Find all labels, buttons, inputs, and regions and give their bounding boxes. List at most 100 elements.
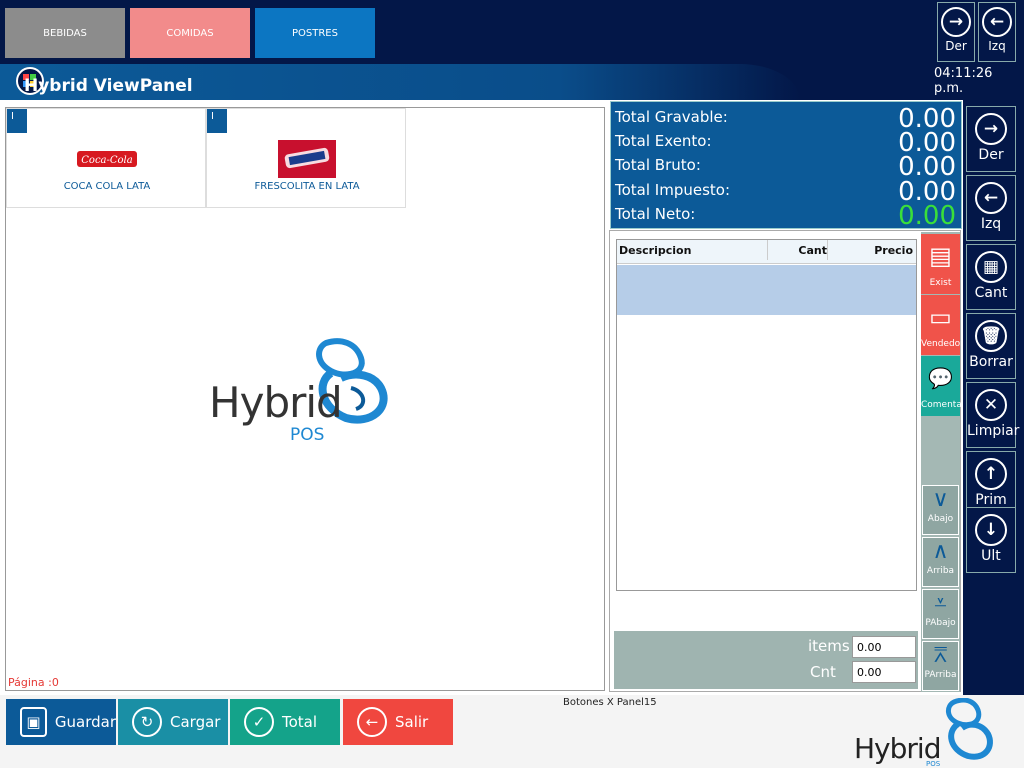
exist-button[interactable]: ▤ Exist (921, 234, 960, 294)
trash-icon: 🗑 (975, 320, 1007, 352)
total-label: Total (282, 713, 318, 731)
comenta-button[interactable]: 💬 Comenta (921, 356, 962, 416)
total-bruto-label: Total Bruto: (615, 156, 701, 174)
cnt-label: Cnt (810, 663, 836, 681)
arriba-button[interactable]: ∧ Arriba (922, 537, 959, 587)
izq-label: Izq (980, 216, 1002, 232)
watermark-pos-text: POS (290, 425, 325, 445)
top-der-label: Der (945, 39, 967, 53)
order-grid[interactable]: Descripcion Cant Precio (616, 239, 917, 591)
total-gravable-label: Total Gravable: (615, 108, 728, 126)
grid-header: Descripcion Cant Precio (617, 240, 916, 264)
page-indicator: Página :0 (8, 676, 59, 689)
guardar-label: Guardar (54, 713, 116, 731)
product-label: FRESCOLITA EN LATA (254, 181, 360, 192)
salir-label: Salir (395, 713, 429, 731)
items-field[interactable]: 0.00 (852, 636, 916, 658)
panel-name: Botones X Panel15 (563, 697, 657, 708)
borrar-label: Borrar (969, 354, 1013, 370)
watermark-hybrid-text: Hybrid (209, 378, 343, 427)
prim-label: Prim (975, 492, 1007, 508)
page-down-icon: ⩡ (934, 591, 947, 616)
cargar-label: Cargar (170, 713, 221, 731)
total-neto-label: Total Neto: (615, 205, 696, 223)
product-tag: I (207, 109, 227, 133)
exit-icon: ← (357, 707, 387, 737)
izq-button[interactable]: ← Izq (966, 175, 1016, 241)
total-neto-value: 0.00 (898, 201, 956, 231)
arrow-down-icon: ↓ (975, 514, 1007, 546)
brand-pos-text: POS (926, 760, 941, 768)
vendedor-label: Vendedor (921, 339, 964, 349)
product-label: COCA COLA LATA (63, 181, 151, 192)
app-title: Hybrid ViewPanel (24, 76, 193, 96)
page-up-icon: ⩞ (933, 643, 948, 668)
cant-button[interactable]: ▦ Cant (966, 244, 1016, 310)
svg-text:Coca-Cola: Coca-Cola (81, 155, 132, 166)
brand-logo: Hybrid POS (850, 698, 1000, 768)
total-exento-label: Total Exento: (615, 132, 712, 150)
calculator-icon: ▦ (975, 251, 1007, 283)
col-descripcion: Descripcion (619, 244, 692, 257)
abajo-label: Abajo (927, 514, 954, 524)
category-bebidas-button[interactable]: BEBIDAS (5, 8, 125, 58)
items-label: items (808, 637, 850, 655)
arrow-left-icon: ← (982, 7, 1012, 37)
frescolita-can-image-icon (277, 139, 337, 179)
der-button[interactable]: → Der (966, 106, 1016, 172)
chevron-down-icon: ∨ (932, 487, 949, 512)
product-frescolita[interactable]: I FRESCOLITA EN LATA (206, 108, 406, 208)
comment-icon: 💬 (928, 366, 953, 390)
der-label: Der (978, 147, 1004, 163)
limpiar-button[interactable]: ✕ Limpiar (966, 382, 1020, 448)
ult-label: Ult (981, 548, 1001, 564)
clock: 04:11:26 p.m. (934, 66, 993, 96)
product-coca-cola[interactable]: I Coca-Cola COCA COLA LATA (6, 108, 206, 208)
cant-label: Cant (974, 285, 1008, 301)
comenta-label: Comenta (921, 400, 962, 410)
cnt-field[interactable]: 0.00 (852, 661, 916, 683)
salir-button[interactable]: ← Salir (343, 699, 453, 745)
side-action-column: ▤ Exist ▭ Vendedor 💬 Comenta ∨ Abajo ∧ A… (921, 232, 964, 692)
borrar-button[interactable]: 🗑 Borrar (966, 313, 1016, 379)
clipboard-icon: ▤ (929, 242, 952, 270)
clear-icon: ✕ (975, 389, 1007, 421)
top-izq-button[interactable]: ← Izq (978, 2, 1016, 62)
vendedor-button[interactable]: ▭ Vendedor (921, 295, 964, 355)
total-neto-row: Total Neto: 0.00 (615, 201, 960, 231)
summary-box: items 0.00 Cnt 0.00 (614, 631, 918, 689)
pabajo-button[interactable]: ⩡ PAbajo (922, 589, 959, 639)
hybrid-pos-watermark-logo: Hybrid POS (206, 333, 406, 453)
arrow-right-icon: → (941, 7, 971, 37)
exist-label: Exist (929, 278, 952, 288)
total-impuesto-label: Total Impuesto: (615, 181, 731, 199)
chevron-up-icon: ∧ (932, 539, 949, 564)
ult-button[interactable]: ↓ Ult (966, 507, 1016, 573)
arrow-left-icon: ← (975, 182, 1007, 214)
product-panel: I Coca-Cola COCA COLA LATA I FRESCOLITA … (5, 107, 605, 691)
top-der-button[interactable]: → Der (937, 2, 975, 62)
check-icon: ✓ (244, 707, 274, 737)
coca-cola-logo-icon: Coca-Cola (75, 145, 139, 173)
category-comidas-button[interactable]: COMIDAS (130, 8, 250, 58)
reload-icon: ↻ (132, 707, 162, 737)
top-izq-label: Izq (988, 39, 1006, 53)
col-cant: Cant (767, 240, 827, 260)
total-button[interactable]: ✓ Total (230, 699, 340, 745)
parriba-button[interactable]: ⩞ PArriba (922, 641, 959, 691)
limpiar-label: Limpiar (967, 423, 1020, 439)
save-icon: ▣ (20, 707, 47, 737)
product-tag: I (7, 109, 27, 133)
abajo-button[interactable]: ∨ Abajo (922, 485, 959, 535)
arrow-right-icon: → (975, 113, 1007, 145)
briefcase-icon: ▭ (929, 303, 952, 331)
pabajo-label: PAbajo (925, 618, 956, 628)
parriba-label: PArriba (924, 670, 957, 680)
arrow-up-icon: ↑ (975, 458, 1007, 490)
cargar-button[interactable]: ↻ Cargar (118, 699, 228, 745)
category-postres-button[interactable]: POSTRES (255, 8, 375, 58)
col-precio: Precio (827, 240, 913, 260)
totals-panel: Total Gravable: 0.00 Total Exento: 0.00 To… (610, 101, 962, 231)
guardar-button[interactable]: ▣ Guardar (6, 699, 116, 745)
table-row[interactable] (617, 265, 916, 315)
